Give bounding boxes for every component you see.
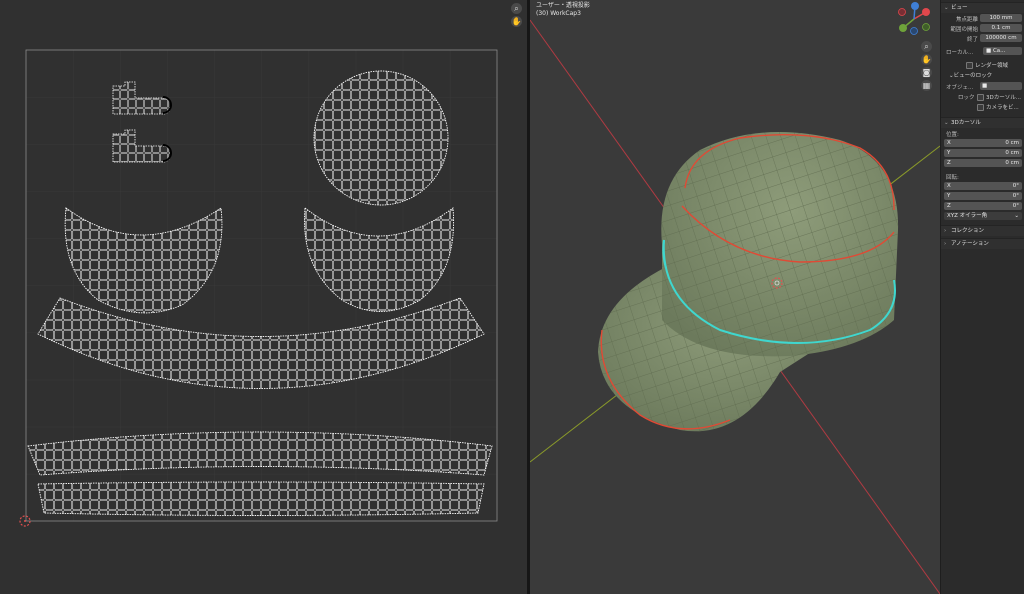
object-name-label: (30) WorkCap3 — [536, 10, 581, 17]
location-x-row: X0 cm — [944, 139, 1022, 148]
chevron-down-icon: ⌄ — [944, 5, 949, 11]
hand-pan-icon[interactable]: ✋ — [921, 54, 932, 65]
sidebar-panel: ⌄ ビュー 焦点距離 100 mm 範囲の開始 0.1 cm 終了 100000 … — [940, 0, 1024, 594]
lock-object-field[interactable]: ■ — [980, 82, 1022, 90]
rotation-mode-row: XYZ オイラー角 ⌄ — [944, 212, 1022, 221]
navigation-gizmo[interactable] — [898, 2, 931, 35]
lock-camera-checkbox[interactable] — [977, 104, 984, 111]
clip-end-field[interactable]: 100000 cm — [980, 34, 1022, 42]
focal-length-field[interactable]: 100 mm — [980, 14, 1022, 22]
location-label-row: 位置: — [946, 132, 959, 138]
chevron-right-icon: › — [944, 241, 947, 247]
grid-view-icon[interactable]: ▦ — [921, 80, 932, 91]
view-lock-header[interactable]: ⌄ビューのロック — [941, 72, 1024, 81]
rotation-z-field[interactable]: Z 0° — [944, 202, 1022, 210]
gizmo-z-icon — [911, 2, 919, 10]
gizmo-x-icon — [922, 8, 930, 16]
rotation-x-row: X 0° — [944, 182, 1022, 191]
view-mode-label: ユーザー・透視投影 — [536, 2, 590, 9]
annotation-section-header[interactable]: › アノテーション — [941, 238, 1024, 249]
chevron-down-icon: ⌄ — [1014, 213, 1019, 219]
rotation-mode-dropdown[interactable]: XYZ オイラー角 ⌄ — [944, 212, 1022, 220]
gizmo-y-icon — [899, 24, 907, 32]
location-y-row: Y0 cm — [944, 149, 1022, 158]
clip-start-field[interactable]: 0.1 cm — [980, 24, 1022, 32]
rotation-label-row: 回転: — [946, 175, 959, 181]
camera-icon: ■ — [986, 48, 993, 54]
clip-start-row: 範囲の開始 0.1 cm — [944, 24, 1022, 33]
chevron-right-icon: › — [944, 228, 947, 234]
location-z-row: Z0 cm — [944, 159, 1022, 168]
zoom-icon[interactable]: ⌕ — [511, 3, 522, 14]
clip-end-row: 終了 100000 cm — [944, 34, 1022, 43]
3d-viewport[interactable]: ユーザー・透視投影 (30) WorkCap3 ⌕ ✋ ◙ ▦ — [530, 0, 940, 594]
lock-cursor-row: ロック 3Dカーソル... — [958, 94, 1021, 101]
rotation-z-row: Z 0° — [944, 202, 1022, 211]
location-z-field[interactable]: Z0 cm — [944, 159, 1022, 167]
viewport-header: ユーザー・透視投影 (30) WorkCap3 — [536, 2, 590, 18]
uv-island-strip[interactable] — [37, 481, 485, 516]
rotation-x-field[interactable]: X 0° — [944, 182, 1022, 190]
camera-icon[interactable]: ◙ — [921, 67, 932, 78]
lock-camera-row: カメラをビ... — [944, 102, 1022, 111]
collection-section-header[interactable]: › コレクション — [941, 225, 1024, 236]
lock-object-row: オブジェ... ■ — [944, 82, 1022, 91]
uv-editor-canvas[interactable] — [0, 0, 527, 594]
zoom-icon[interactable]: ⌕ — [921, 41, 932, 52]
rotation-y-row: Y 0° — [944, 192, 1022, 201]
lock-cursor-checkbox[interactable] — [977, 94, 984, 101]
focal-length-row: 焦点距離 100 mm — [944, 14, 1022, 23]
render-region-checkbox[interactable] — [966, 62, 973, 69]
viewport-canvas[interactable] — [530, 0, 940, 594]
uv-editor-area[interactable]: ⌕ ✋ — [0, 0, 527, 594]
local-camera-row: ローカル... ■ Ca... — [944, 47, 1022, 56]
chevron-down-icon: ⌄ — [944, 120, 949, 126]
location-x-field[interactable]: X0 cm — [944, 139, 1022, 147]
render-region-row: レンダー領域 — [944, 60, 1022, 69]
uv-island-crown-top[interactable] — [313, 70, 449, 206]
rotation-y-field[interactable]: Y 0° — [944, 192, 1022, 200]
cap-mesh[interactable] — [598, 132, 899, 432]
local-camera-field[interactable]: ■ Ca... — [983, 47, 1022, 55]
view-section-header[interactable]: ⌄ ビュー — [941, 2, 1024, 13]
hand-pan-icon[interactable]: ✋ — [511, 16, 522, 27]
3d-cursor-section-header[interactable]: ⌄ 3Dカーソル — [941, 117, 1024, 128]
location-y-field[interactable]: Y0 cm — [944, 149, 1022, 157]
